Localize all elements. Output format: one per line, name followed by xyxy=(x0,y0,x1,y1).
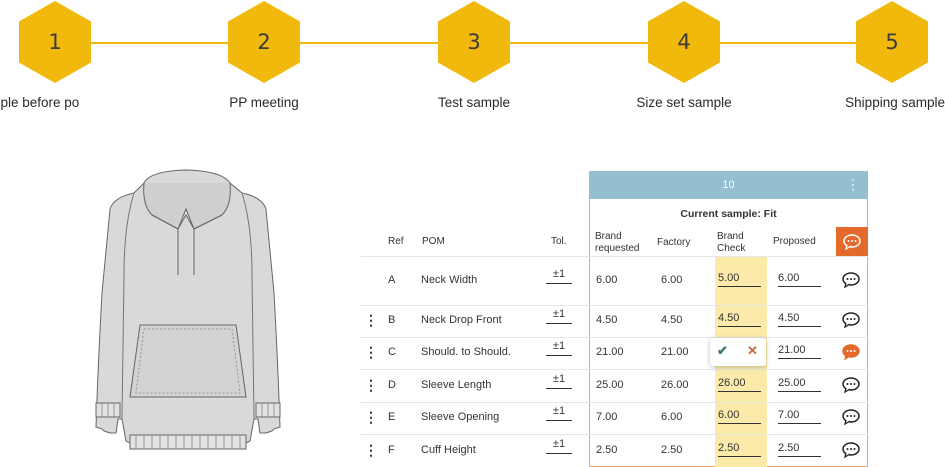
hexagon-icon: 5 xyxy=(855,0,929,84)
col-brand-check-line1: Brand xyxy=(717,231,744,242)
row-ref: D xyxy=(388,378,396,391)
row-proposed-input[interactable]: 7.00 xyxy=(778,409,821,424)
row-factory: 6.00 xyxy=(661,411,683,423)
hexagon-icon: 1 xyxy=(18,0,92,84)
row-brand-check-input[interactable]: 6.00 xyxy=(718,409,761,424)
row-tol[interactable]: ±1 xyxy=(546,340,572,356)
row-ref: C xyxy=(388,346,396,358)
step-number: 4 xyxy=(677,30,691,54)
hoodie-sketch xyxy=(95,169,281,450)
hexagon-icon: 3 xyxy=(437,0,511,84)
row-tol[interactable]: ±1 xyxy=(546,308,572,324)
col-brand-check-line2: Check xyxy=(717,243,746,254)
row-factory: 4.50 xyxy=(661,314,683,326)
comment-icon[interactable] xyxy=(842,271,860,288)
comment-icon[interactable] xyxy=(842,409,860,425)
comment-icon[interactable] xyxy=(842,441,860,458)
row-tol[interactable]: ±1 xyxy=(546,373,572,389)
row-pom: Sleeve Opening xyxy=(421,411,500,423)
row-divider xyxy=(361,434,868,435)
col-tol: Tol. xyxy=(551,236,567,247)
row-factory: 6.00 xyxy=(661,273,683,286)
row-divider xyxy=(361,256,868,257)
comment-icon[interactable] xyxy=(842,344,860,360)
row-pom: Sleeve Length xyxy=(421,378,492,391)
col-pom: POM xyxy=(422,236,445,247)
check-icon[interactable]: ✔ xyxy=(717,343,728,359)
step-label: Shipping sample xyxy=(845,95,945,110)
step-label: PP meeting xyxy=(229,95,299,110)
step-5[interactable]: 5 Shipping sample xyxy=(812,0,945,110)
row-brand-check-input[interactable]: 26.00 xyxy=(718,377,761,392)
step-label: sample before po xyxy=(0,95,80,110)
row-divider xyxy=(361,402,868,403)
row-brand-requested: 2.50 xyxy=(596,443,618,456)
step-number: 1 xyxy=(48,30,62,54)
row-menu-icon[interactable]: ⋮ xyxy=(364,443,378,457)
step-2[interactable]: 2 PP meeting xyxy=(184,0,344,110)
row-brand-check-input[interactable]: 4.50 xyxy=(718,312,761,327)
col-factory: Factory xyxy=(657,237,691,248)
row-ref: B xyxy=(388,314,396,326)
row-brand-requested: 25.00 xyxy=(596,378,624,391)
size-header-label: 10 xyxy=(722,179,735,191)
step-number: 5 xyxy=(885,30,899,54)
comment-icon[interactable] xyxy=(842,312,860,328)
row-divider xyxy=(361,369,868,370)
col-brand-requested-line2: requested xyxy=(595,243,640,254)
step-number: 3 xyxy=(467,30,481,54)
row-factory: 21.00 xyxy=(661,346,689,358)
row-menu-icon[interactable]: ⋮ xyxy=(364,410,378,424)
step-number: 2 xyxy=(257,30,271,54)
comment-icon[interactable] xyxy=(843,234,861,250)
row-pom: Neck Width xyxy=(421,273,478,286)
step-label: Test sample xyxy=(437,95,511,110)
row-ref: E xyxy=(388,411,396,423)
row-menu-icon[interactable]: ⋮ xyxy=(364,345,378,359)
row-tol[interactable]: ±1 xyxy=(546,405,572,421)
size-header[interactable]: 10 ⋮ xyxy=(589,171,868,199)
row-brand-requested: 4.50 xyxy=(596,314,618,326)
current-sample-header: Current sample: Fit xyxy=(589,199,868,227)
row-factory: 26.00 xyxy=(661,378,689,391)
hexagon-icon: 2 xyxy=(227,0,301,84)
row-divider xyxy=(361,305,868,306)
comment-icon[interactable] xyxy=(842,376,860,393)
col-brand-requested-line1: Brand xyxy=(595,231,622,242)
col-proposed: Proposed xyxy=(773,236,816,247)
close-icon[interactable]: ✕ xyxy=(747,343,758,359)
row-brand-check-input[interactable]: 5.00 xyxy=(718,272,761,287)
step-4[interactable]: 4 Size set sample xyxy=(604,0,764,110)
row-proposed-input[interactable]: 4.50 xyxy=(778,312,821,327)
kebab-icon[interactable]: ⋮ xyxy=(846,177,860,191)
row-divider xyxy=(361,337,868,338)
row-proposed-input[interactable]: 21.00 xyxy=(778,344,821,359)
step-1[interactable]: 1 sample before po xyxy=(0,0,135,110)
row-brand-requested: 21.00 xyxy=(596,346,624,358)
row-menu-icon[interactable]: ⋮ xyxy=(364,313,378,327)
col-ref: Ref xyxy=(388,236,404,247)
row-ref: A xyxy=(388,273,396,286)
row-pom: Neck Drop Front xyxy=(421,314,502,326)
row-brand-requested: 7.00 xyxy=(596,411,618,423)
row-brand-requested: 6.00 xyxy=(596,273,618,286)
hexagon-icon: 4 xyxy=(647,0,721,84)
row-proposed-input[interactable]: 25.00 xyxy=(778,377,821,392)
comments-header[interactable] xyxy=(836,227,868,256)
row-proposed-input[interactable]: 6.00 xyxy=(778,272,821,287)
current-sample-label: Current sample: Fit xyxy=(680,208,777,220)
row-proposed-input[interactable]: 2.50 xyxy=(778,442,821,457)
row-pom: Cuff Height xyxy=(421,443,476,456)
row-tol[interactable]: ±1 xyxy=(546,268,572,284)
row-factory: 2.50 xyxy=(661,443,683,456)
step-3[interactable]: 3 Test sample xyxy=(394,0,554,110)
row-menu-icon[interactable]: ⋮ xyxy=(364,378,378,392)
row-brand-check-input[interactable]: 2.50 xyxy=(718,442,761,457)
row-pom: Should. to Should. xyxy=(421,346,511,358)
row-ref: F xyxy=(388,443,395,456)
row-tol[interactable]: ±1 xyxy=(546,438,572,454)
brand-check-popup: ✔ ✕ xyxy=(710,338,766,366)
step-label: Size set sample xyxy=(636,95,732,110)
